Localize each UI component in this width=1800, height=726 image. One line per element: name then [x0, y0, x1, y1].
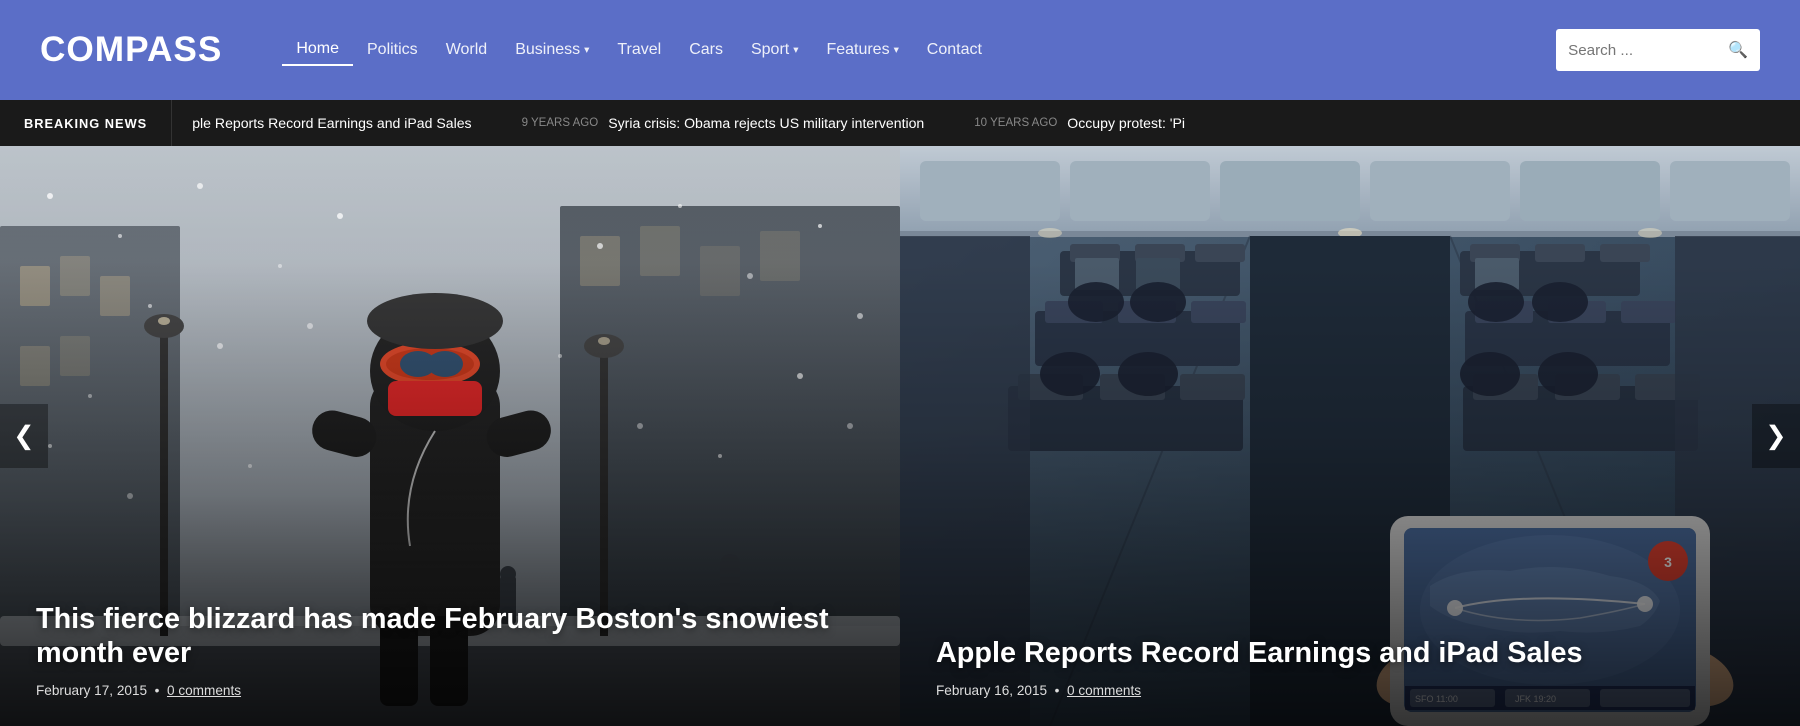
hero-caption-blizzard: This fierce blizzard has made February B… [0, 574, 900, 726]
breaking-news-items: ple Reports Record Earnings and iPad Sal… [172, 115, 1205, 131]
breaking-news-label: BREAKING NEWS [0, 100, 172, 146]
breaking-age-2: 9 YEARS AGO [522, 117, 599, 129]
breaking-headline-3: Occupy protest: 'Pi [1067, 115, 1185, 131]
nav-travel[interactable]: Travel [603, 35, 675, 65]
nav-business[interactable]: Business ▾ [501, 35, 603, 65]
hero-title-blizzard: This fierce blizzard has made February B… [36, 602, 864, 671]
hero-panel-apple[interactable]: 3 SFO 11:00 JFK 19:20 Apple Reports Reco… [900, 146, 1800, 726]
nav-sport[interactable]: Sport ▾ [737, 35, 812, 65]
hero-date-blizzard: February 17, 2015 [36, 683, 147, 698]
hero-slider: This fierce blizzard has made February B… [0, 146, 1800, 726]
nav-contact[interactable]: Contact [913, 35, 996, 65]
breaking-headline-2: Syria crisis: Obama rejects US military … [608, 115, 924, 131]
site-logo[interactable]: COMPASS [40, 30, 222, 70]
nav-home[interactable]: Home [282, 34, 353, 66]
header: COMPASS Home Politics World Business ▾ T… [0, 0, 1800, 100]
hero-caption-apple: Apple Reports Record Earnings and iPad S… [900, 608, 1800, 726]
hero-comments-apple[interactable]: 0 comments [1067, 683, 1141, 698]
breaking-item-3[interactable]: 10 YEARS AGO Occupy protest: 'Pi [974, 115, 1185, 131]
search-box: 🔍 [1556, 29, 1760, 71]
search-button[interactable]: 🔍 [1716, 32, 1760, 68]
hero-meta-apple: February 16, 2015 • 0 comments [936, 683, 1764, 698]
search-input[interactable] [1556, 34, 1716, 67]
chevron-down-icon: ▾ [793, 44, 798, 56]
hero-title-apple: Apple Reports Record Earnings and iPad S… [936, 636, 1764, 671]
slider-prev-button[interactable]: ❮ [0, 404, 48, 468]
breaking-headline-1: ple Reports Record Earnings and iPad Sal… [192, 115, 471, 131]
nav-features[interactable]: Features ▾ [812, 35, 912, 65]
hero-meta-blizzard: February 17, 2015 • 0 comments [36, 683, 864, 698]
nav-politics[interactable]: Politics [353, 35, 432, 65]
chevron-down-icon: ▾ [584, 44, 589, 56]
breaking-item-1[interactable]: ple Reports Record Earnings and iPad Sal… [192, 115, 471, 131]
hero-comments-blizzard[interactable]: 0 comments [167, 683, 241, 698]
slider-next-button[interactable]: ❯ [1752, 404, 1800, 468]
main-nav: Home Politics World Business ▾ Travel Ca… [282, 34, 1556, 66]
hero-panel-blizzard[interactable]: This fierce blizzard has made February B… [0, 146, 900, 726]
nav-world[interactable]: World [432, 35, 502, 65]
breaking-age-3: 10 YEARS AGO [974, 117, 1057, 129]
dot-separator-2: • [1055, 683, 1060, 698]
breaking-news-bar: BREAKING NEWS ple Reports Record Earning… [0, 100, 1800, 146]
hero-date-apple: February 16, 2015 [936, 683, 1047, 698]
breaking-item-2[interactable]: 9 YEARS AGO Syria crisis: Obama rejects … [522, 115, 925, 131]
dot-separator: • [155, 683, 160, 698]
nav-cars[interactable]: Cars [675, 35, 737, 65]
chevron-down-icon: ▾ [894, 44, 899, 56]
